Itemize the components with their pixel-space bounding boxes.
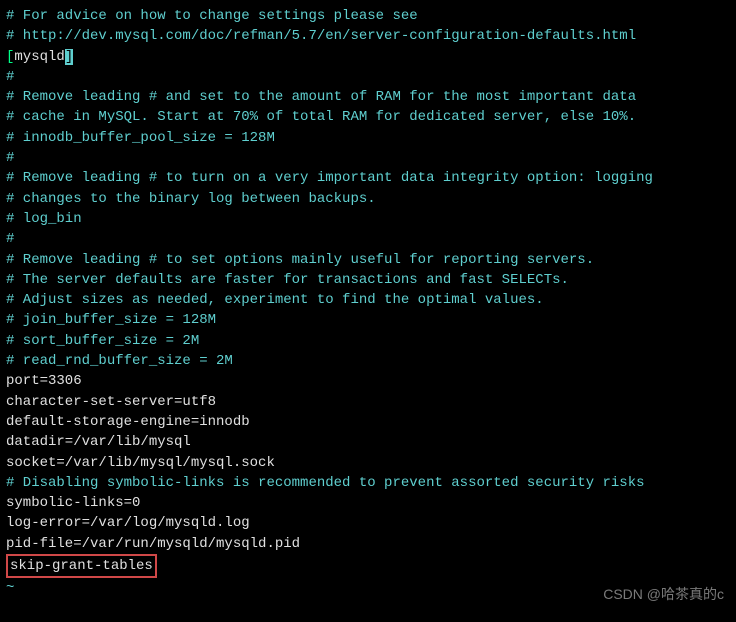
section-header: [mysqld] [6,47,730,67]
comment-line: # The server defaults are faster for tra… [6,270,730,290]
comment-line: # innodb_buffer_pool_size = 128M [6,128,730,148]
config-line: pid-file=/var/run/mysqld/mysqld.pid [6,534,730,554]
config-line: log-error=/var/log/mysqld.log [6,513,730,533]
terminal-editor[interactable]: # For advice on how to change settings p… [6,6,730,599]
comment-line: # [6,67,730,87]
comment-line: # Adjust sizes as needed, experiment to … [6,290,730,310]
config-line: symbolic-links=0 [6,493,730,513]
highlighted-config-line: skip-grant-tables [6,554,730,578]
section-name: mysqld [14,49,64,65]
watermark: CSDN @哈茶真的c [603,584,724,604]
config-line: socket=/var/lib/mysql/mysql.sock [6,453,730,473]
comment-line: # cache in MySQL. Start at 70% of total … [6,107,730,127]
comment-line: # http://dev.mysql.com/doc/refman/5.7/en… [6,26,730,46]
comment-line: # Remove leading # to turn on a very imp… [6,168,730,188]
comment-line: # Remove leading # to set options mainly… [6,250,730,270]
comment-line: # log_bin [6,209,730,229]
comment-line: # [6,229,730,249]
config-line: datadir=/var/lib/mysql [6,432,730,452]
comment-line: # Disabling symbolic-links is recommende… [6,473,730,493]
comment-line: # changes to the binary log between back… [6,189,730,209]
comment-line: # read_rnd_buffer_size = 2M [6,351,730,371]
comment-line: # [6,148,730,168]
config-line: character-set-server=utf8 [6,392,730,412]
comment-line: # join_buffer_size = 128M [6,310,730,330]
comment-line: # sort_buffer_size = 2M [6,331,730,351]
config-line: default-storage-engine=innodb [6,412,730,432]
comment-line: # For advice on how to change settings p… [6,6,730,26]
highlight-box: skip-grant-tables [6,554,157,578]
config-line: port=3306 [6,371,730,391]
comment-line: # Remove leading # and set to the amount… [6,87,730,107]
bracket-close-icon: ] [65,49,73,65]
